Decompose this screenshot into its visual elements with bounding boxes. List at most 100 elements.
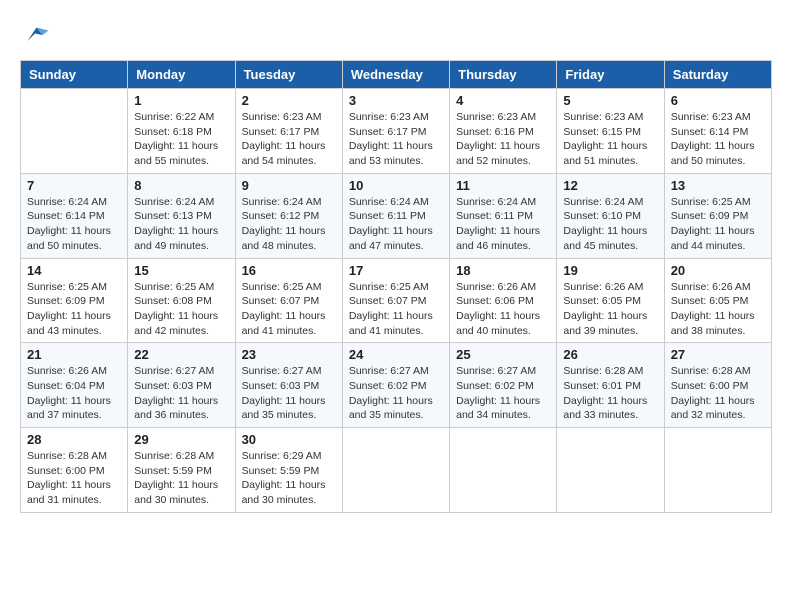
day-number: 22 — [134, 347, 228, 362]
calendar-cell: 6 Sunrise: 6:23 AM Sunset: 6:14 PM Daylig… — [664, 89, 771, 174]
day-number: 29 — [134, 432, 228, 447]
day-info: Sunrise: 6:27 AM Sunset: 6:02 PM Dayligh… — [456, 364, 550, 423]
header-monday: Monday — [128, 61, 235, 89]
day-number: 25 — [456, 347, 550, 362]
calendar-cell: 4Sunrise: 6:23 AM Sunset: 6:16 PM Daylig… — [450, 89, 557, 174]
calendar-cell — [450, 428, 557, 513]
calendar-cell: 7 Sunrise: 6:24 AM Sunset: 6:14 PM Daylig… — [21, 173, 128, 258]
day-number: 30 — [242, 432, 336, 447]
calendar-cell: 24 Sunrise: 6:27 AM Sunset: 6:02 PM Dayli… — [342, 343, 449, 428]
day-number: 3 — [349, 93, 443, 108]
day-info: Sunrise: 6:28 AM Sunset: 6:01 PM Dayligh… — [563, 364, 657, 423]
calendar-cell: 22 Sunrise: 6:27 AM Sunset: 6:03 PM Dayli… — [128, 343, 235, 428]
day-info: Sunrise: 6:26 AM Sunset: 6:04 PM Dayligh… — [27, 364, 121, 423]
day-number: 27 — [671, 347, 765, 362]
calendar-cell: 15 Sunrise: 6:25 AM Sunset: 6:08 PM Dayli… — [128, 258, 235, 343]
calendar-cell: 2 Sunrise: 6:23 AM Sunset: 6:17 PM Daylig… — [235, 89, 342, 174]
header-friday: Friday — [557, 61, 664, 89]
day-info: Sunrise: 6:23 AM Sunset: 6:17 PM Dayligh… — [242, 110, 336, 169]
day-info: Sunrise: 6:28 AM Sunset: 5:59 PM Dayligh… — [134, 449, 228, 508]
day-number: 5 — [563, 93, 657, 108]
day-info: Sunrise: 6:25 AM Sunset: 6:09 PM Dayligh… — [671, 195, 765, 254]
day-info: Sunrise: 6:26 AM Sunset: 6:05 PM Dayligh… — [671, 280, 765, 339]
calendar-cell — [557, 428, 664, 513]
day-info: Sunrise: 6:28 AM Sunset: 6:00 PM Dayligh… — [27, 449, 121, 508]
calendar-cell: 26 Sunrise: 6:28 AM Sunset: 6:01 PM Dayli… — [557, 343, 664, 428]
day-number: 17 — [349, 263, 443, 278]
day-number: 2 — [242, 93, 336, 108]
day-number: 19 — [563, 263, 657, 278]
header-wednesday: Wednesday — [342, 61, 449, 89]
day-info: Sunrise: 6:23 AM Sunset: 6:14 PM Dayligh… — [671, 110, 765, 169]
day-number: 8 — [134, 178, 228, 193]
calendar-cell: 3 Sunrise: 6:23 AM Sunset: 6:17 PM Daylig… — [342, 89, 449, 174]
calendar-cell: 25 Sunrise: 6:27 AM Sunset: 6:02 PM Dayli… — [450, 343, 557, 428]
day-number: 15 — [134, 263, 228, 278]
calendar-cell: 10Sunrise: 6:24 AM Sunset: 6:11 PM Dayli… — [342, 173, 449, 258]
day-number: 7 — [27, 178, 121, 193]
calendar-cell: 27Sunrise: 6:28 AM Sunset: 6:00 PM Dayli… — [664, 343, 771, 428]
calendar-cell: 19Sunrise: 6:26 AM Sunset: 6:05 PM Dayli… — [557, 258, 664, 343]
header-thursday: Thursday — [450, 61, 557, 89]
day-number: 1 — [134, 93, 228, 108]
day-number: 26 — [563, 347, 657, 362]
day-number: 24 — [349, 347, 443, 362]
calendar-cell: 17Sunrise: 6:25 AM Sunset: 6:07 PM Dayli… — [342, 258, 449, 343]
week-row-3: 14 Sunrise: 6:25 AM Sunset: 6:09 PM Dayli… — [21, 258, 772, 343]
day-number: 14 — [27, 263, 121, 278]
day-info: Sunrise: 6:24 AM Sunset: 6:10 PM Dayligh… — [563, 195, 657, 254]
calendar-cell: 13 Sunrise: 6:25 AM Sunset: 6:09 PM Dayli… — [664, 173, 771, 258]
calendar-cell: 9 Sunrise: 6:24 AM Sunset: 6:12 PM Daylig… — [235, 173, 342, 258]
day-number: 21 — [27, 347, 121, 362]
day-number: 11 — [456, 178, 550, 193]
calendar-cell: 18 Sunrise: 6:26 AM Sunset: 6:06 PM Dayli… — [450, 258, 557, 343]
calendar-cell: 21 Sunrise: 6:26 AM Sunset: 6:04 PM Dayli… — [21, 343, 128, 428]
header-saturday: Saturday — [664, 61, 771, 89]
calendar-cell: 1Sunrise: 6:22 AM Sunset: 6:18 PM Daylig… — [128, 89, 235, 174]
day-info: Sunrise: 6:27 AM Sunset: 6:03 PM Dayligh… — [242, 364, 336, 423]
week-row-4: 21 Sunrise: 6:26 AM Sunset: 6:04 PM Dayli… — [21, 343, 772, 428]
day-info: Sunrise: 6:27 AM Sunset: 6:02 PM Dayligh… — [349, 364, 443, 423]
day-number: 20 — [671, 263, 765, 278]
calendar-cell: 29 Sunrise: 6:28 AM Sunset: 5:59 PM Dayli… — [128, 428, 235, 513]
calendar-cell: 5Sunrise: 6:23 AM Sunset: 6:15 PM Daylig… — [557, 89, 664, 174]
day-number: 18 — [456, 263, 550, 278]
day-info: Sunrise: 6:24 AM Sunset: 6:13 PM Dayligh… — [134, 195, 228, 254]
calendar-cell — [664, 428, 771, 513]
logo — [20, 20, 54, 50]
calendar-cell: 14 Sunrise: 6:25 AM Sunset: 6:09 PM Dayli… — [21, 258, 128, 343]
day-info: Sunrise: 6:23 AM Sunset: 6:17 PM Dayligh… — [349, 110, 443, 169]
calendar-cell — [342, 428, 449, 513]
day-number: 16 — [242, 263, 336, 278]
calendar-cell: 8 Sunrise: 6:24 AM Sunset: 6:13 PM Daylig… — [128, 173, 235, 258]
calendar-header-row: SundayMondayTuesdayWednesdayThursdayFrid… — [21, 61, 772, 89]
day-info: Sunrise: 6:24 AM Sunset: 6:12 PM Dayligh… — [242, 195, 336, 254]
day-number: 12 — [563, 178, 657, 193]
day-info: Sunrise: 6:23 AM Sunset: 6:16 PM Dayligh… — [456, 110, 550, 169]
day-info: Sunrise: 6:27 AM Sunset: 6:03 PM Dayligh… — [134, 364, 228, 423]
day-number: 13 — [671, 178, 765, 193]
logo-bird-icon — [20, 20, 50, 50]
calendar-cell: 28 Sunrise: 6:28 AM Sunset: 6:00 PM Dayli… — [21, 428, 128, 513]
day-info: Sunrise: 6:25 AM Sunset: 6:07 PM Dayligh… — [242, 280, 336, 339]
day-number: 6 — [671, 93, 765, 108]
day-info: Sunrise: 6:26 AM Sunset: 6:06 PM Dayligh… — [456, 280, 550, 339]
calendar-table: SundayMondayTuesdayWednesdayThursdayFrid… — [20, 60, 772, 513]
calendar-cell: 16 Sunrise: 6:25 AM Sunset: 6:07 PM Dayli… — [235, 258, 342, 343]
day-info: Sunrise: 6:24 AM Sunset: 6:14 PM Dayligh… — [27, 195, 121, 254]
header-sunday: Sunday — [21, 61, 128, 89]
week-row-1: 1Sunrise: 6:22 AM Sunset: 6:18 PM Daylig… — [21, 89, 772, 174]
week-row-5: 28 Sunrise: 6:28 AM Sunset: 6:00 PM Dayli… — [21, 428, 772, 513]
calendar-cell: 20 Sunrise: 6:26 AM Sunset: 6:05 PM Dayli… — [664, 258, 771, 343]
calendar-cell: 30Sunrise: 6:29 AM Sunset: 5:59 PM Dayli… — [235, 428, 342, 513]
calendar-cell: 11 Sunrise: 6:24 AM Sunset: 6:11 PM Dayli… — [450, 173, 557, 258]
day-info: Sunrise: 6:25 AM Sunset: 6:09 PM Dayligh… — [27, 280, 121, 339]
day-number: 10 — [349, 178, 443, 193]
header-tuesday: Tuesday — [235, 61, 342, 89]
day-info: Sunrise: 6:25 AM Sunset: 6:08 PM Dayligh… — [134, 280, 228, 339]
day-number: 9 — [242, 178, 336, 193]
day-number: 28 — [27, 432, 121, 447]
day-number: 23 — [242, 347, 336, 362]
calendar-cell: 12 Sunrise: 6:24 AM Sunset: 6:10 PM Dayli… — [557, 173, 664, 258]
day-info: Sunrise: 6:24 AM Sunset: 6:11 PM Dayligh… — [456, 195, 550, 254]
